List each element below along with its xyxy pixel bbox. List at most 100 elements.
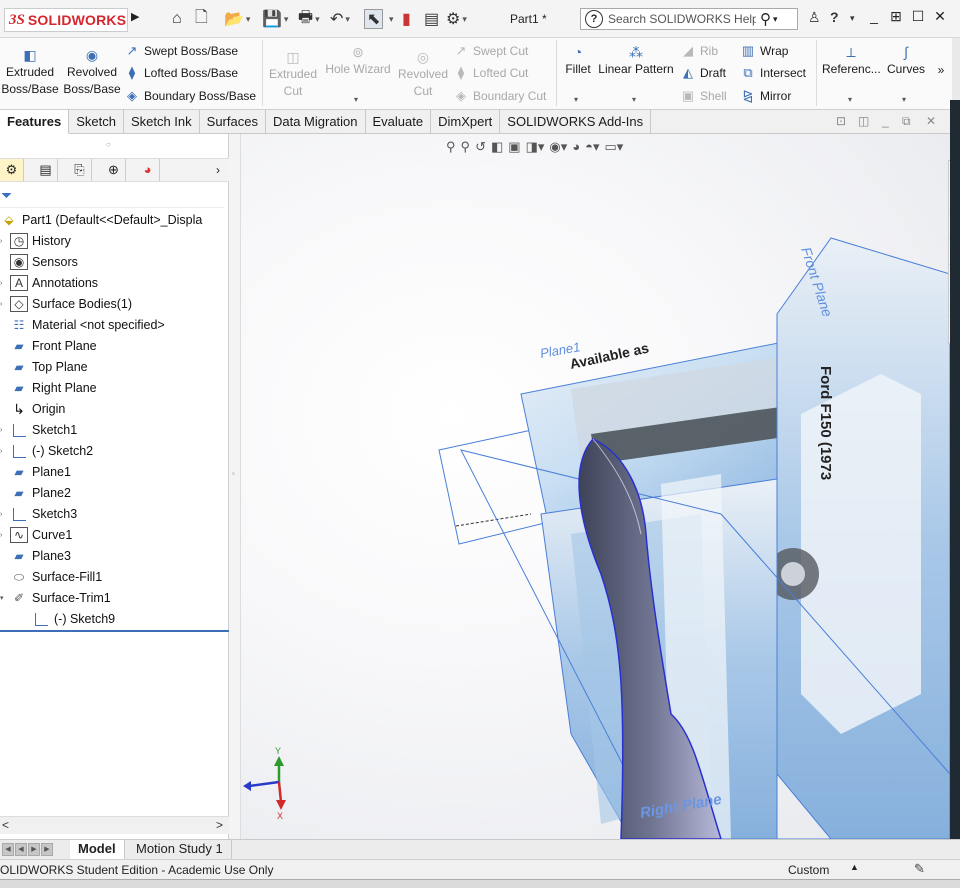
close-window-icon[interactable]: ✕ (930, 8, 950, 28)
hole-wizard-dropdown-icon[interactable]: ▾ (354, 95, 358, 104)
tree-item-top-plane[interactable]: ▰ Top Plane (0, 357, 87, 377)
swept-cut-button[interactable]: ↗ Swept Cut (453, 41, 529, 61)
tree-item-sensors[interactable]: ◉ Sensors (0, 252, 78, 272)
section-view-icon[interactable]: ◧ (491, 139, 503, 155)
featuremanager-tab-icon[interactable]: ⚙ (0, 159, 24, 181)
tab-sketch[interactable]: Sketch (69, 110, 124, 134)
tab-motion-study-1[interactable]: Motion Study 1 (128, 840, 232, 859)
print-icon[interactable]: 🖶 ▾ (298, 9, 320, 29)
lofted-boss-button[interactable]: ⧫ Lofted Boss/Base (124, 63, 238, 83)
fillet-button[interactable]: ◔ Fillet (562, 43, 594, 78)
split-view-icon[interactable]: ◫ (858, 114, 869, 128)
save-icon[interactable]: 💾 ▾ (262, 9, 288, 29)
tree-item-material[interactable]: ☷ Material <not specified> (0, 315, 165, 335)
rollback-bar[interactable] (0, 630, 229, 632)
extruded-cut-button[interactable]: ◫ Extruded Cut (266, 48, 320, 100)
boundary-cut-button[interactable]: ◈ Boundary Cut (453, 86, 546, 106)
search-icon[interactable]: ⚲ (760, 10, 771, 28)
expand-arrow-icon[interactable]: › (0, 532, 10, 539)
expand-arrow-icon[interactable]: › (0, 301, 10, 308)
help-search-box[interactable]: ? ⚲ ▾ (580, 8, 798, 30)
tab-solidworks-add-ins[interactable]: SOLIDWORKS Add-Ins (500, 110, 652, 134)
graphics-viewport[interactable]: Plane1 Available as Front Plane Ford F15… (241, 134, 950, 839)
view-orientation-icon[interactable]: ▣ (508, 139, 520, 155)
select-icon[interactable]: ⬉ (364, 9, 384, 29)
options-gear-icon[interactable]: ⚙ ▾ (446, 9, 467, 29)
propertymanager-tab-icon[interactable]: ▤ (34, 159, 58, 181)
expand-arrow-icon[interactable]: › (0, 427, 10, 434)
draft-button[interactable]: ◭ Draft (680, 63, 726, 83)
tab-model[interactable]: Model (70, 840, 125, 859)
tree-item-history[interactable]: › ◷ History (0, 231, 71, 251)
open-document-icon[interactable]: 📂 ▾ (224, 9, 250, 29)
extruded-boss-button[interactable]: ◧ Extruded Boss/Base (0, 46, 60, 98)
tree-filter-icon[interactable]: ⏷ (0, 184, 224, 208)
tile-view-icon[interactable]: ⊡ (836, 114, 846, 128)
customize-status-icon[interactable]: ✎ (914, 861, 925, 877)
tree-item-origin[interactable]: ↳ Origin (0, 399, 65, 419)
tree-item-sketch2[interactable]: › (-) Sketch2 (0, 441, 93, 461)
tree-item-sketch1[interactable]: › Sketch1 (0, 420, 77, 440)
hide-show-items-icon[interactable]: ◉▾ (549, 139, 567, 155)
tree-item-front-plane[interactable]: ▰ Front Plane (0, 336, 96, 356)
swept-boss-button[interactable]: ↗ Swept Boss/Base (124, 41, 239, 61)
tree-item-annotations[interactable]: › A Annotations (0, 273, 98, 293)
file-properties-icon[interactable]: ▤ (424, 9, 439, 29)
expand-arrow-icon[interactable]: › (0, 280, 10, 287)
doc-minimize-icon[interactable]: _ (882, 114, 889, 128)
dimxpertmanager-tab-icon[interactable]: ⊕ (102, 159, 126, 181)
expand-arrow-icon[interactable]: › (0, 238, 10, 245)
help-dropdown-icon[interactable]: ▾ (850, 13, 855, 24)
tree-item-curve1[interactable]: › ∿ Curve1 (0, 525, 72, 545)
apply-scene-icon[interactable]: ◓▾ (585, 139, 599, 155)
tab-surfaces[interactable]: Surfaces (200, 110, 266, 134)
tab-data-migration[interactable]: Data Migration (266, 110, 366, 134)
reference-dropdown-icon[interactable]: ▾ (848, 95, 852, 104)
view-settings-icon[interactable]: ▭▾ (605, 139, 624, 155)
tab-dimxpert[interactable]: DimXpert (431, 110, 501, 134)
tree-item-right-plane[interactable]: ▰ Right Plane (0, 378, 96, 398)
units-up-arrow-icon[interactable]: ▲ (850, 862, 859, 872)
next-tab-icon[interactable]: ▶ (28, 843, 40, 856)
prev-tab-icon[interactable]: ◀ (15, 843, 27, 856)
tree-item-surface-trim1[interactable]: ▾ ✐ Surface-Trim1 (0, 588, 111, 608)
search-input[interactable] (608, 12, 756, 26)
new-document-icon[interactable]: 🗋 (195, 9, 208, 29)
menu-expand-arrow-icon[interactable]: ▶ (131, 10, 139, 23)
revolved-cut-button[interactable]: ◎ Revolved Cut (396, 48, 450, 100)
tab-features[interactable]: Features (0, 110, 70, 134)
configurationmanager-tab-icon[interactable]: ⎘ (68, 159, 92, 181)
select-dropdown-icon[interactable]: ▾ (387, 9, 394, 29)
zoom-to-fit-icon[interactable]: ⚲ (446, 139, 456, 155)
search-dropdown-icon[interactable]: ▾ (773, 14, 778, 25)
rebuild-icon[interactable]: ▮ (402, 9, 411, 29)
intersect-button[interactable]: ⧉ Intersect (740, 63, 806, 83)
tree-item-surface-bodies[interactable]: › ◇ Surface Bodies(1) (0, 294, 132, 314)
fm-tabs-more-icon[interactable]: › (206, 159, 230, 181)
tree-horizontal-scrollbar[interactable]: < > (0, 816, 229, 834)
reference-geometry-button[interactable]: ⟂ Referenc... (822, 43, 881, 78)
mirror-button[interactable]: ⧎ Mirror (740, 86, 792, 106)
splitter-handle-icon[interactable]: ◦ (232, 469, 235, 478)
tree-root-part1[interactable]: ⬙ Part1 (Default<<Default>_Displa (0, 210, 202, 230)
doc-restore-icon[interactable]: ⧉ (902, 114, 911, 129)
edit-appearance-icon[interactable]: ◕ (572, 139, 580, 155)
tree-item-plane1[interactable]: ▰ Plane1 (0, 462, 71, 482)
doc-close-icon[interactable]: ✕ (926, 114, 936, 128)
tree-item-plane3[interactable]: ▰ Plane3 (0, 546, 71, 566)
expand-arrow-icon[interactable]: › (0, 448, 10, 455)
maximize-window-icon[interactable]: ☐ (908, 8, 928, 28)
tree-item-plane2[interactable]: ▰ Plane2 (0, 483, 71, 503)
wrap-button[interactable]: ▥ Wrap (740, 41, 789, 61)
boundary-boss-button[interactable]: ◈ Boundary Boss/Base (124, 86, 256, 106)
tree-item-sketch9[interactable]: (-) Sketch9 (22, 609, 115, 629)
help-menu-icon[interactable]: ? (830, 9, 839, 25)
curves-dropdown-icon[interactable]: ▾ (902, 95, 906, 104)
model-scene[interactable]: Plane1 Available as Front Plane Ford F15… (241, 134, 950, 839)
display-style-icon[interactable]: ◨▾ (526, 139, 545, 155)
displaymanager-tab-icon[interactable]: ◕ (136, 159, 160, 181)
minimize-window-icon[interactable]: _ (864, 8, 884, 28)
shell-button[interactable]: ▣ Shell (680, 86, 727, 106)
linear-pattern-button[interactable]: ⁂ Linear Pattern (596, 43, 676, 78)
home-icon[interactable]: ⌂ (172, 9, 182, 29)
